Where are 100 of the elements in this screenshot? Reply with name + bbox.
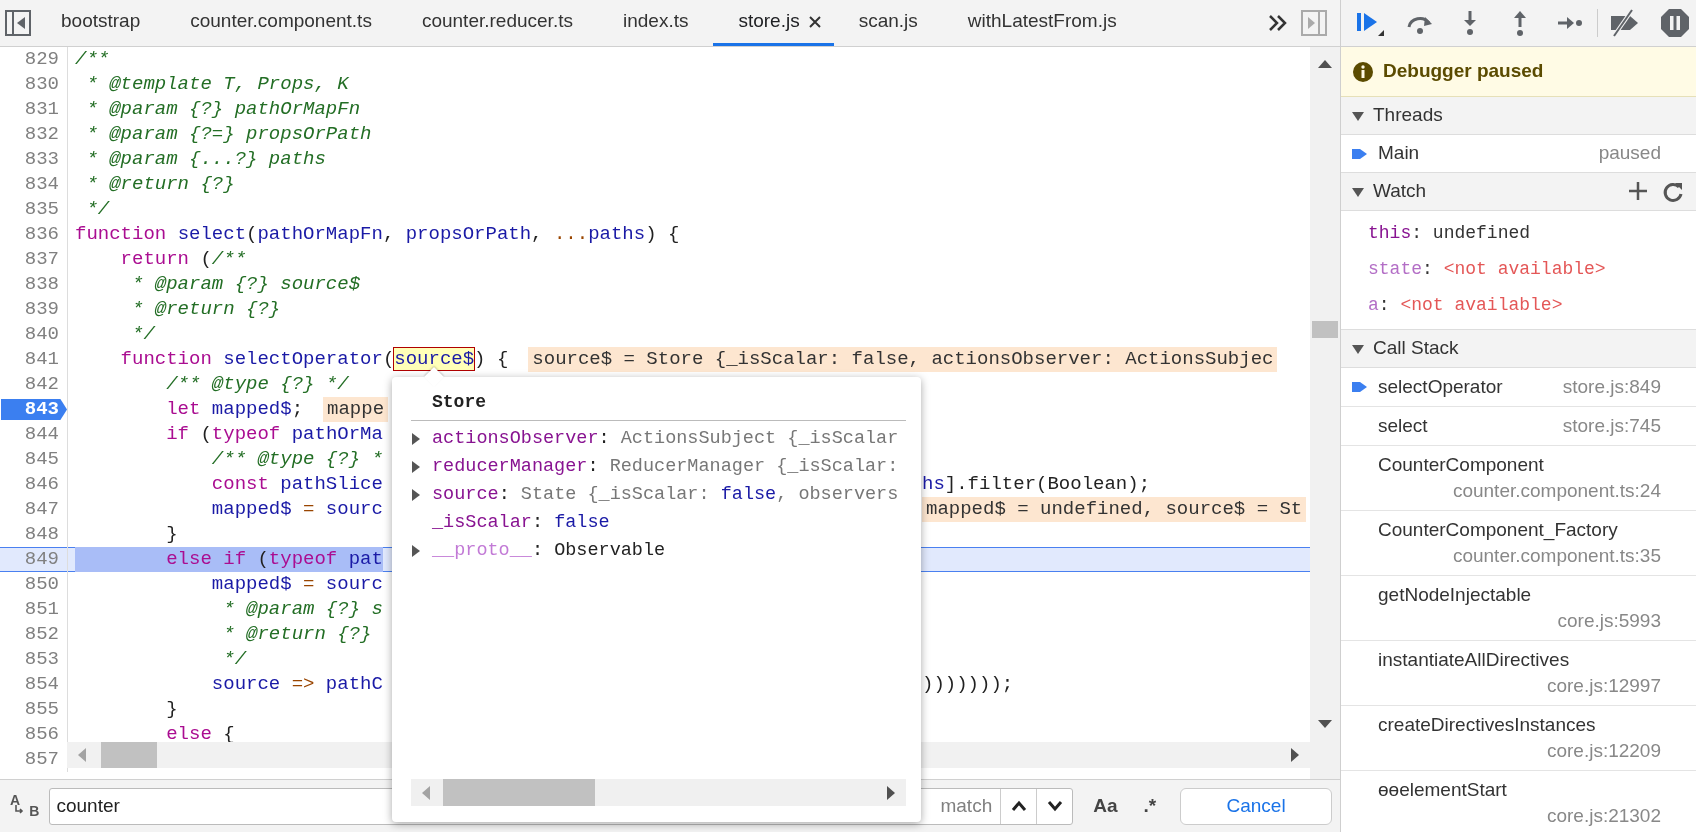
file-tab[interactable]: withLatestFrom.js [942, 0, 1142, 46]
frame-location[interactable]: store.js:849 [1562, 374, 1661, 400]
hook-arrow-icon [14, 805, 24, 815]
frame-function[interactable]: CounterComponent [1378, 452, 1544, 478]
frame-function[interactable]: createDirectivesInstances [1378, 712, 1596, 738]
code-line: const pathSlice [210, 472, 383, 497]
frame-function[interactable]: ɵɵelementStart [1378, 777, 1507, 803]
thread-status: paused [1598, 141, 1661, 166]
code-line: * @param {?=} propsOrPath [85, 122, 372, 147]
vertical-scrollbar[interactable] [1310, 47, 1340, 779]
code-line: * @param {?} s [222, 597, 383, 622]
line-number: 840 [24, 322, 60, 347]
line-number: 854 [24, 672, 60, 697]
line-number: 850 [24, 572, 60, 597]
frame-function[interactable]: select [1378, 413, 1428, 439]
regex-toggle[interactable]: .* [1137, 790, 1163, 822]
code-line: } [165, 697, 178, 722]
code-line: * @return {?} [85, 172, 235, 197]
horizontal-scrollbar[interactable] [411, 779, 906, 806]
line-number: 856 [24, 722, 60, 747]
line-number: 844 [24, 422, 60, 447]
expand-triangle-icon[interactable] [411, 488, 421, 502]
property-entry[interactable]: _isScalar: false [432, 509, 610, 537]
property-entry[interactable]: source: State {_isScalar: false, observers [432, 481, 899, 509]
line-number: 842 [24, 372, 60, 397]
replace-toggle-button[interactable]: A B [8, 789, 42, 823]
code-line: mapped$ = sourc [210, 497, 383, 522]
scrollbar-thumb[interactable] [1312, 321, 1338, 338]
code-line: hs].filter(Boolean); [922, 472, 1151, 497]
line-number: 829 [24, 47, 60, 72]
code-line: */ [85, 197, 110, 222]
frame-location[interactable]: counter.component.ts:24 [1452, 478, 1661, 504]
file-tab[interactable]: counter.component.ts [165, 0, 397, 46]
file-tab[interactable]: store.js [713, 0, 834, 46]
match-case-toggle[interactable]: Aa [1087, 790, 1124, 822]
line-number: 831 [24, 97, 60, 122]
thread-name[interactable]: Main [1378, 139, 1420, 168]
frame-function[interactable]: selectOperator [1378, 374, 1503, 400]
watch-expression[interactable]: state: <not available> [1368, 251, 1696, 287]
frame-location[interactable]: store.js:745 [1562, 413, 1661, 439]
line-number[interactable]: 843 [1, 397, 67, 422]
section-header[interactable]: Call Stack [1341, 330, 1696, 368]
more-tabs-icon[interactable] [1267, 14, 1289, 32]
line-number: 835 [24, 197, 60, 222]
expand-triangle-icon[interactable] [411, 460, 421, 474]
line-number: 845 [24, 447, 60, 472]
expand-triangle-icon[interactable] [411, 544, 421, 558]
code-line: * @template T, Props, K [85, 72, 349, 97]
line-number: 848 [24, 522, 60, 547]
file-tab[interactable]: bootstrap [36, 0, 166, 46]
scroll-right-arrow[interactable] [886, 784, 896, 801]
frame-location[interactable]: core.js:12209 [1546, 738, 1661, 764]
popover-title: Store [431, 391, 486, 414]
line-number: 837 [24, 247, 60, 272]
cancel-button[interactable]: Cancel [1180, 787, 1332, 825]
line-number: 834 [24, 172, 60, 197]
line-number: 853 [24, 647, 60, 672]
frame-function[interactable]: instantiateAllDirectives [1378, 647, 1570, 673]
search-input[interactable]: counter [50, 788, 941, 824]
scroll-right-arrow[interactable] [1290, 747, 1300, 763]
frame-location[interactable]: core.js:12997 [1546, 673, 1661, 699]
file-tab[interactable]: index.ts [597, 0, 714, 46]
property-entry[interactable]: actionsObserver: ActionsSubject {_isScalar [432, 425, 899, 453]
code-line: * @param {...?} paths [85, 147, 326, 172]
scroll-up-arrow[interactable] [1317, 59, 1333, 69]
line-number: 839 [24, 297, 60, 322]
frame-location[interactable]: core.js:21302 [1546, 803, 1661, 829]
frame-function[interactable]: getNodeInjectable [1378, 582, 1532, 608]
file-tab[interactable]: counter.reducer.ts [396, 0, 598, 46]
section-header[interactable]: Threads [1341, 97, 1696, 135]
line-number: 838 [24, 272, 60, 297]
frame-location[interactable]: core.js:5993 [1557, 608, 1661, 634]
sidebar-toggle-icon[interactable] [1301, 10, 1327, 36]
line-number: 846 [24, 472, 60, 497]
code-line: mapped$ = sourc [210, 572, 383, 597]
chevron-down-icon [1046, 800, 1063, 812]
scroll-down-arrow[interactable] [1317, 719, 1333, 729]
code-line: function selectOperator(source$) { [119, 347, 509, 372]
property-entry[interactable]: reducerManager: ReducerManager {_isScalar: [432, 453, 899, 481]
frame-location[interactable]: counter.component.ts:35 [1452, 543, 1661, 569]
line-number: 836 [24, 222, 60, 247]
pause-octagon-icon [1660, 8, 1690, 38]
watch-expression[interactable]: a: <not available> [1368, 287, 1696, 323]
sidebar-toggle-icon[interactable] [5, 10, 31, 36]
line-number: 849 [24, 547, 60, 572]
close-icon[interactable] [807, 14, 822, 29]
scrollbar-thumb[interactable] [443, 779, 595, 806]
code-line: function select(pathOrMapFn, propsOrPath, ...paths) { [75, 222, 680, 247]
watch-expression[interactable]: this: undefined [1368, 215, 1696, 251]
code-line: /** [75, 47, 110, 72]
inline-value: mapped$ = undefined, source$ = St [922, 497, 1307, 522]
inline-value: source$ = Store {_isScalar: false, actionsObserver: ActionsSubjec [528, 347, 1278, 372]
property-entry[interactable]: __proto__: Observable [432, 537, 666, 565]
frame-function[interactable]: CounterComponent_Factory [1378, 517, 1618, 543]
add-watch-button[interactable] [1628, 180, 1648, 203]
refresh-button[interactable] [1662, 180, 1684, 203]
scrollbar-thumb[interactable] [101, 742, 157, 768]
expand-triangle-icon[interactable] [411, 432, 421, 446]
file-tab[interactable]: scan.js [833, 0, 943, 46]
section-header[interactable]: Watch [1341, 173, 1696, 211]
